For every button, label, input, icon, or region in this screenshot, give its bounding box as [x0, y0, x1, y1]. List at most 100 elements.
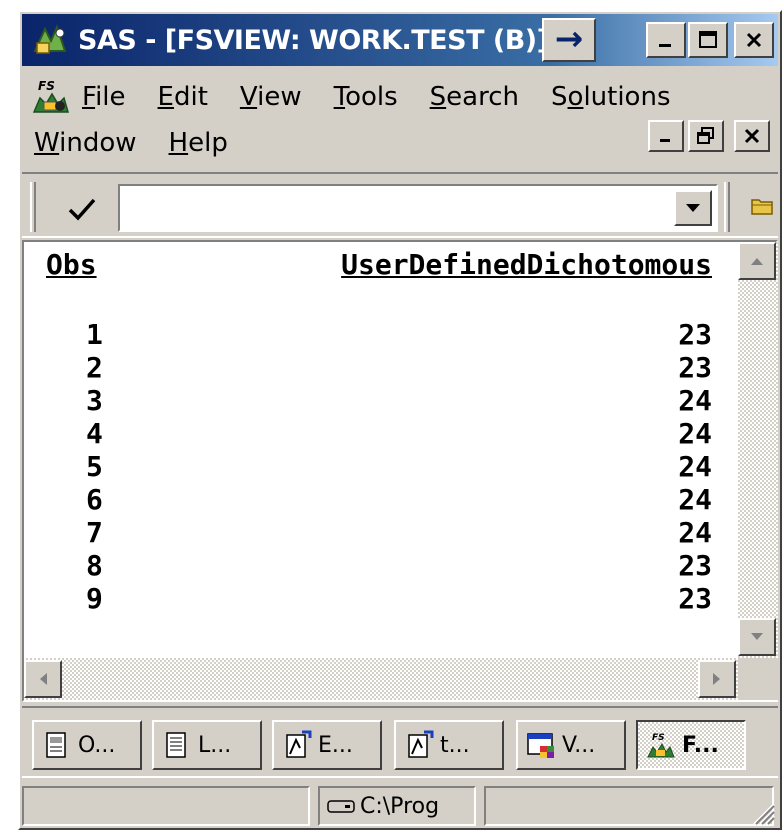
menu-window[interactable]: Window [34, 128, 137, 158]
scroll-left-arrow-icon [40, 673, 47, 685]
open-folder-button[interactable] [750, 194, 774, 218]
task-label: V... [562, 732, 596, 758]
task-label: t... [440, 732, 470, 758]
current-path: C:\Prog [360, 793, 440, 819]
status-bar: C:\Prog [22, 782, 778, 828]
value-cell[interactable]: 23 [678, 549, 712, 582]
task-viewtable-button[interactable]: V... [516, 720, 626, 770]
fsview-icon[interactable]: FS [30, 76, 72, 118]
scroll-up-button[interactable] [738, 242, 776, 280]
vertical-scrollbar[interactable] [738, 242, 778, 658]
task-fsview-button[interactable]: FS F... [636, 720, 746, 770]
table-content[interactable]: Obs UserDefinedDichotomous 1 23 2 23 3 24 4… [24, 242, 738, 658]
obs-cell: 7 [86, 516, 103, 549]
table-row[interactable]: 8 23 [24, 549, 738, 582]
column-header-obs: Obs [46, 248, 97, 281]
menu-edit[interactable]: Edit [158, 82, 208, 112]
table-row[interactable]: 2 23 [24, 351, 738, 384]
output-icon [46, 732, 66, 758]
value-cell[interactable]: 24 [678, 450, 712, 483]
table-rows: 1 23 2 23 3 24 4 24 5 24 6 24 7 24 8 23 9 23 [24, 318, 738, 615]
column-header-userdefineddichotomous: UserDefinedDichotomous [341, 248, 712, 281]
value-cell[interactable]: 23 [678, 582, 712, 615]
task-editor-button[interactable]: E... [272, 720, 382, 770]
table-row[interactable]: 3 24 [24, 384, 738, 417]
table-row[interactable]: 1 23 [24, 318, 738, 351]
minimize-icon [660, 139, 670, 142]
menu-view[interactable]: View [240, 82, 302, 112]
title-bar[interactable]: SAS - [FSVIEW: WORK.TEST (B)] → [22, 14, 778, 66]
value-cell[interactable]: 24 [678, 417, 712, 450]
status-path-panel[interactable]: C:\Prog [318, 786, 476, 826]
close-icon [744, 128, 760, 144]
table-row[interactable]: 9 23 [24, 582, 738, 615]
menu-help[interactable]: Help [169, 128, 228, 158]
child-minimize-button[interactable] [648, 120, 684, 152]
svg-text:FS: FS [652, 733, 665, 743]
menu-search[interactable]: Search [430, 82, 519, 112]
command-input[interactable] [124, 190, 654, 226]
horizontal-scrollbar[interactable] [24, 658, 738, 700]
window-title: SAS - [FSVIEW: WORK.TEST (B)] [78, 24, 549, 56]
maximize-button[interactable] [688, 22, 728, 58]
scroll-left-button[interactable] [24, 660, 62, 698]
child-restore-button[interactable] [688, 120, 724, 152]
task-label: E... [318, 732, 353, 758]
drive-icon [327, 800, 355, 813]
close-button[interactable] [734, 22, 774, 58]
arrow-right-button[interactable]: → [542, 18, 596, 62]
scroll-right-arrow-icon [713, 673, 720, 685]
scroll-down-arrow-icon [751, 633, 763, 640]
table-row[interactable]: 6 24 [24, 483, 738, 516]
task-label: L... [198, 732, 232, 758]
obs-cell: 3 [86, 384, 103, 417]
resize-grip-icon[interactable] [746, 796, 776, 826]
scrollbar-corner [738, 658, 778, 700]
command-dropdown-button[interactable] [674, 190, 712, 226]
menu-file[interactable]: File [82, 82, 126, 112]
obs-cell: 2 [86, 351, 103, 384]
restore-icon [697, 127, 714, 144]
chevron-down-icon [686, 204, 700, 212]
toolbar-grip-2[interactable] [724, 182, 730, 232]
log-icon [166, 732, 186, 758]
window-taskbar: O... L... E... t... V... FS F... [22, 706, 778, 778]
command-box[interactable] [118, 184, 718, 232]
value-cell[interactable]: 24 [678, 483, 712, 516]
fsview-table: Obs UserDefinedDichotomous 1 23 2 23 3 24 4… [22, 240, 778, 702]
value-cell[interactable]: 24 [678, 384, 712, 417]
value-cell[interactable]: 23 [678, 318, 712, 351]
child-close-button[interactable] [734, 120, 770, 152]
scroll-right-button[interactable] [698, 660, 736, 698]
obs-cell: 1 [86, 318, 103, 351]
task-label: F... [682, 732, 719, 758]
status-message-panel [22, 786, 310, 826]
task-output-button[interactable]: O... [32, 720, 142, 770]
menu-solutions[interactable]: Solutions [551, 82, 671, 112]
table-row[interactable]: 5 24 [24, 450, 738, 483]
task-label: O... [78, 732, 116, 758]
status-extra-panel [484, 786, 774, 826]
scroll-down-button[interactable] [738, 618, 776, 656]
task-editor-2-button[interactable]: t... [394, 720, 504, 770]
submit-command-button[interactable] [62, 190, 102, 230]
minimize-button[interactable] [646, 22, 686, 58]
svg-text:FS: FS [38, 79, 55, 93]
minimize-icon [659, 44, 671, 47]
sas-app-icon[interactable] [28, 18, 72, 62]
table-row[interactable]: 4 24 [24, 417, 738, 450]
value-cell[interactable]: 24 [678, 516, 712, 549]
toolbar-grip[interactable] [30, 182, 36, 232]
obs-cell: 9 [86, 582, 103, 615]
maximize-icon [699, 31, 717, 48]
obs-cell: 4 [86, 417, 103, 450]
viewtable-icon [527, 733, 554, 758]
table-row[interactable]: 7 24 [24, 516, 738, 549]
value-cell[interactable]: 23 [678, 351, 712, 384]
menu-row-2: Window Help [34, 120, 260, 166]
task-log-button[interactable]: L... [152, 720, 262, 770]
command-toolbar [22, 172, 778, 238]
obs-cell: 8 [86, 549, 103, 582]
menu-row-1: FS File Edit View Tools Search Solutions [22, 74, 703, 120]
menu-tools[interactable]: Tools [334, 82, 398, 112]
